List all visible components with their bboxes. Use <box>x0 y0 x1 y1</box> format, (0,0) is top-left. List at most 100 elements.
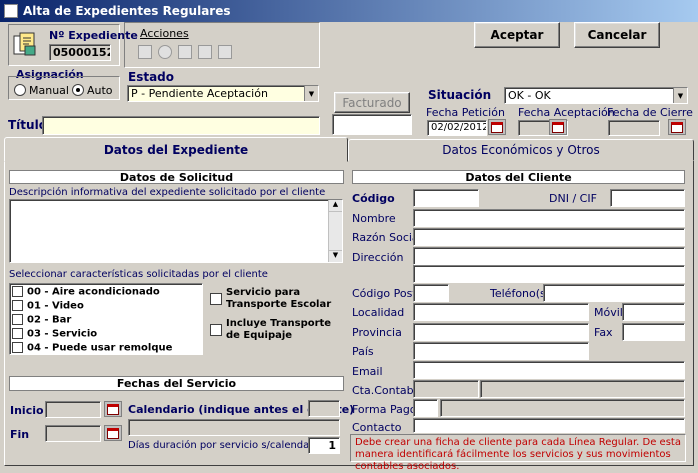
nombre-label: Nombre <box>352 212 396 225</box>
checkbox[interactable] <box>12 314 23 325</box>
window-title: Alta de Expedientes Regulares <box>23 4 231 18</box>
fin-input[interactable] <box>45 425 101 442</box>
documents-icon <box>11 30 39 58</box>
nombre-input[interactable] <box>413 209 685 227</box>
fecha-cierre-input[interactable] <box>608 120 660 136</box>
binoculars-icon[interactable] <box>198 45 212 59</box>
tab-datos-economicos[interactable]: Datos Económicos y Otros <box>348 139 694 161</box>
forma-pago-label: Forma Pago <box>352 403 417 416</box>
checkbox[interactable] <box>12 286 23 297</box>
dias-duracion-input[interactable]: 1 <box>308 437 340 454</box>
fechas-servicio-header: Fechas del Servicio <box>9 376 344 391</box>
calendar-icon[interactable] <box>104 401 122 417</box>
provincia-label: Provincia <box>352 326 402 339</box>
servicio-transporte-checkbox[interactable] <box>210 293 222 305</box>
inicio-input[interactable] <box>45 401 101 418</box>
new-doc-icon[interactable] <box>138 45 152 59</box>
print-icon[interactable] <box>178 45 192 59</box>
expediente-number: 05000152 <box>49 44 111 61</box>
email-label: Email <box>352 365 383 378</box>
contacto-input[interactable] <box>413 418 685 433</box>
fin-label: Fin <box>10 428 30 441</box>
email-input[interactable] <box>413 361 685 379</box>
cliente-note: Debe crear una ficha de cliente para cad… <box>350 434 686 472</box>
dni-input[interactable] <box>610 189 685 207</box>
cancelar-button[interactable]: Cancelar <box>574 22 660 48</box>
scrollbar[interactable]: ▲ ▼ <box>328 200 342 262</box>
estado-value: P - Pendiente Aceptación <box>131 87 268 100</box>
list-item[interactable]: 01 - Video <box>12 300 200 314</box>
titulo-input[interactable] <box>42 116 320 135</box>
incluye-transporte-label: Incluye Transporte de Equipaje <box>226 318 332 341</box>
contacto-label: Contacto <box>352 421 402 434</box>
calendar-icon[interactable] <box>668 119 686 135</box>
fax-label: Fax <box>594 326 613 339</box>
calendario-code-input[interactable] <box>308 400 340 417</box>
tab-datos-expediente[interactable]: Datos del Expediente <box>4 137 348 162</box>
caracteristicas-list: 00 - Aire acondicionado 01 - Video 02 - … <box>9 283 203 355</box>
aceptar-button[interactable]: Aceptar <box>474 22 560 48</box>
calendar-icon[interactable] <box>549 119 567 135</box>
forma-pago-desc <box>440 399 685 417</box>
refresh-icon[interactable] <box>158 45 172 59</box>
cp-input[interactable] <box>413 284 449 302</box>
facturado-button[interactable]: Facturado <box>334 92 410 113</box>
calendar-icon[interactable] <box>488 119 506 135</box>
cta-contable-desc <box>480 380 685 398</box>
checkbox[interactable] <box>12 300 23 311</box>
provincia-input[interactable] <box>413 323 589 341</box>
pais-input[interactable] <box>413 342 589 360</box>
movil-input[interactable] <box>622 303 685 321</box>
titulo-extra-field[interactable] <box>332 114 412 135</box>
list-item[interactable]: 04 - Puede usar remolque <box>12 342 200 354</box>
descripcion-textarea[interactable]: ▲ ▼ <box>9 199 343 263</box>
localidad-input[interactable] <box>413 303 589 321</box>
caracteristicas-label: Seleccionar características solicitadas … <box>9 269 268 280</box>
forma-pago-input[interactable] <box>413 399 438 417</box>
fax-input[interactable] <box>622 323 685 341</box>
razon-social-label: Razón Social <box>352 231 422 244</box>
situacion-value: OK - OK <box>508 89 551 102</box>
app-icon <box>4 4 18 18</box>
calendar-icon[interactable] <box>104 425 122 441</box>
telefono-input[interactable] <box>543 284 685 302</box>
chevron-down-icon[interactable]: ▼ <box>673 88 687 103</box>
dias-duracion-label: Días duración por servicio s/calendario <box>128 440 323 451</box>
fecha-peticion-input[interactable]: 02/02/2012 <box>427 120 487 136</box>
list-item[interactable]: 02 - Bar <box>12 314 200 328</box>
cta-contable-input[interactable] <box>413 380 479 398</box>
export-icon[interactable] <box>218 45 232 59</box>
list-item[interactable]: 00 - Aire acondicionado <box>12 286 200 300</box>
codigo-input[interactable] <box>413 189 479 207</box>
direccion-input[interactable] <box>413 247 685 265</box>
fecha-peticion-label: Fecha Petición <box>426 106 505 119</box>
situacion-select[interactable]: OK - OK ▼ <box>504 87 688 104</box>
inicio-label: Inicio <box>10 404 44 417</box>
acciones-toolbar <box>126 41 246 63</box>
razon-social-input[interactable] <box>413 228 685 246</box>
incluye-transporte-checkbox[interactable] <box>210 324 222 336</box>
calendario-desc-input[interactable] <box>128 419 340 436</box>
radio-manual[interactable] <box>14 84 26 96</box>
radio-auto[interactable] <box>72 84 84 96</box>
descripcion-label: Descripción informativa del expediente s… <box>9 187 326 198</box>
checkbox[interactable] <box>12 342 23 353</box>
estado-label: Estado <box>128 70 175 84</box>
scroll-down-icon[interactable]: ▼ <box>329 250 342 262</box>
direccion-input-2[interactable] <box>413 265 685 283</box>
telefono-label: Teléfono(s) <box>490 287 551 300</box>
movil-label: Móvil <box>594 306 623 319</box>
scroll-up-icon[interactable]: ▲ <box>329 200 342 212</box>
direccion-label: Dirección <box>352 251 404 264</box>
dni-label: DNI / CIF <box>549 192 597 205</box>
acciones-menu[interactable]: Acciones <box>140 27 189 40</box>
servicio-transporte-label: Servicio para Transporte Escolar <box>226 287 332 310</box>
solicitud-header: Datos de Solicitud <box>9 170 344 184</box>
pais-label: País <box>352 345 374 358</box>
list-item[interactable]: 03 - Servicio <box>12 328 200 342</box>
estado-select[interactable]: P - Pendiente Aceptación ▼ <box>127 85 319 102</box>
window-title-bar: Alta de Expedientes Regulares <box>0 0 698 22</box>
checkbox[interactable] <box>12 328 23 339</box>
radio-manual-label: Manual <box>29 84 69 97</box>
chevron-down-icon[interactable]: ▼ <box>304 86 318 101</box>
